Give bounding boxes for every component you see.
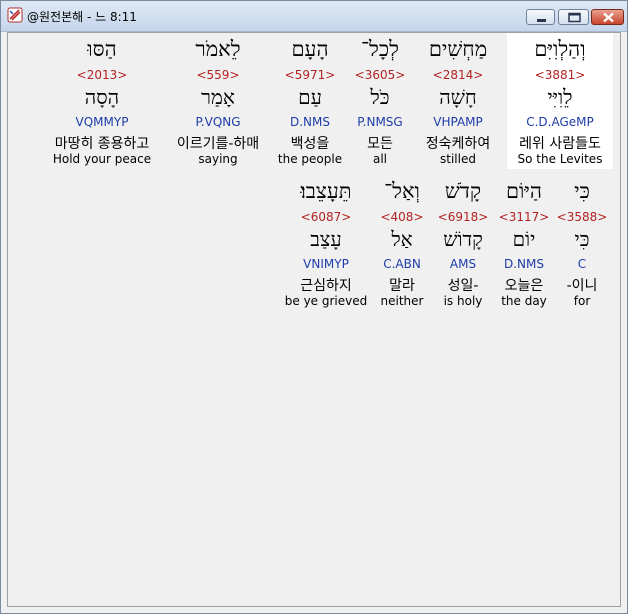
- word-cell[interactable]: לְכָל־ <3605> כֹּל P.NMSG 모든 all: [346, 33, 414, 169]
- close-icon: [603, 12, 614, 23]
- hebrew-word: תֵּעָצֵבוּ׃: [300, 179, 352, 203]
- hebrew-lemma: עָצַב: [310, 227, 342, 251]
- korean-gloss: 정숙케하여: [425, 136, 491, 152]
- app-icon: [7, 7, 23, 23]
- strong-number[interactable]: <3881>: [507, 68, 613, 82]
- strong-number[interactable]: <3605>: [346, 68, 414, 82]
- word-cell[interactable]: הַסּוּ <2013> הָסָה VQMMYP 마땅히 종용하고 Hold…: [53, 33, 151, 169]
- app-window: @원전본해 - 느 8:11 וְהַלְוִיִּם <3881> לֵוִי…: [0, 0, 628, 614]
- morphology-code: AMS: [449, 257, 477, 271]
- english-gloss: the people: [277, 152, 343, 166]
- hebrew-lemma: חָשָׁה: [439, 85, 477, 109]
- close-button[interactable]: [591, 9, 624, 25]
- hebrew-word: הַסּוּ: [87, 37, 117, 61]
- strong-number[interactable]: <2013>: [68, 68, 136, 82]
- strong-number[interactable]: <6087>: [278, 210, 374, 224]
- hebrew-lemma: הָסָה: [84, 85, 120, 109]
- maximize-icon: [568, 12, 581, 23]
- word-cell[interactable]: הָעָם <5971> עַם D.NMS 백성을 the people: [276, 33, 344, 169]
- strong-number[interactable]: <3117>: [490, 210, 558, 224]
- word-cell[interactable]: לֵאמֹר <559> אָמַר P.VQNG 이르기를-하매 saying: [177, 33, 259, 169]
- strong-number[interactable]: <3588>: [548, 210, 616, 224]
- hebrew-word: מַחְשִׁים: [428, 37, 488, 61]
- hebrew-lemma: אַל: [391, 227, 413, 251]
- minimize-button[interactable]: [526, 9, 555, 25]
- morphology-code: VHPAMP: [433, 115, 483, 129]
- strong-number[interactable]: <559>: [184, 68, 252, 82]
- english-gloss: be ye grieved: [284, 294, 368, 308]
- korean-gloss: 근심하지: [300, 278, 352, 294]
- hebrew-word: לֵאמֹר: [195, 37, 241, 61]
- morphology-code: D.NMS: [503, 257, 544, 271]
- morphology-code: VQMMYP: [75, 115, 129, 129]
- minimize-icon: [537, 19, 546, 22]
- strong-number[interactable]: <6918>: [429, 210, 497, 224]
- word-cell[interactable]: תֵּעָצֵבוּ׃ <6087> עָצַב VNIMYP 근심하지 be …: [278, 175, 374, 311]
- hebrew-word: הַיּוֹם: [505, 179, 543, 203]
- morphology-code: D.NMS: [289, 115, 330, 129]
- hebrew-lemma: אָמַר: [201, 85, 235, 109]
- english-gloss: So the Levites: [517, 152, 603, 166]
- verse-panel: וְהַלְוִיִּם <3881> לֵוִיִּי C.D.AGeMP 레…: [7, 32, 621, 607]
- korean-gloss: 백성을: [290, 136, 330, 152]
- english-gloss: Hold your peace: [52, 152, 152, 166]
- english-gloss: saying: [198, 152, 238, 166]
- korean-gloss: 마땅히 종용하고: [54, 136, 150, 152]
- hebrew-word: וְהַלְוִיִּם: [534, 37, 586, 61]
- hebrew-word: לְכָל־: [361, 37, 399, 61]
- window-title: @원전본해 - 느 8:11: [27, 10, 137, 24]
- strong-number[interactable]: <408>: [368, 210, 436, 224]
- morphology-code: C.D.AGeMP: [526, 115, 594, 129]
- title-bar[interactable]: @원전본해 - 느 8:11: [1, 1, 627, 32]
- word-cell[interactable]: מַחְשִׁים <2814> חָשָׁה VHPAMP 정숙케하여 sti…: [424, 33, 492, 169]
- hebrew-lemma: קָדוֹשׁ: [443, 227, 483, 251]
- morphology-code: C: [577, 257, 587, 271]
- maximize-button[interactable]: [558, 9, 589, 25]
- word-cell[interactable]: וְאַל־ <408> אַל C.ABN 말라 neither: [368, 175, 436, 311]
- hebrew-lemma: לֵוִיִּי: [547, 85, 573, 109]
- hebrew-word: כִּי: [574, 179, 590, 203]
- strong-number[interactable]: <5971>: [276, 68, 344, 82]
- korean-gloss: 레위 사람들도: [519, 136, 601, 152]
- morphology-code: P.VQNG: [195, 115, 241, 129]
- hebrew-lemma: עַם: [298, 85, 322, 109]
- word-cell[interactable]: וְהַלְוִיִּם <3881> לֵוִיִּי C.D.AGeMP 레…: [507, 33, 613, 169]
- morphology-code: P.NMSG: [357, 115, 403, 129]
- korean-gloss: 이르기를-하매: [176, 136, 260, 152]
- hebrew-lemma: כֹּל: [370, 85, 390, 109]
- hebrew-lemma: יוֹם: [512, 227, 536, 251]
- hebrew-lemma: כִּי: [574, 227, 590, 251]
- strong-number[interactable]: <2814>: [424, 68, 492, 82]
- hebrew-word: וְאַל־: [384, 179, 420, 203]
- morphology-code: C.ABN: [383, 257, 421, 271]
- morphology-code: VNIMYP: [303, 257, 349, 271]
- hebrew-word: הָעָם: [291, 37, 329, 61]
- hebrew-word: קָדֹשׁ: [444, 179, 482, 203]
